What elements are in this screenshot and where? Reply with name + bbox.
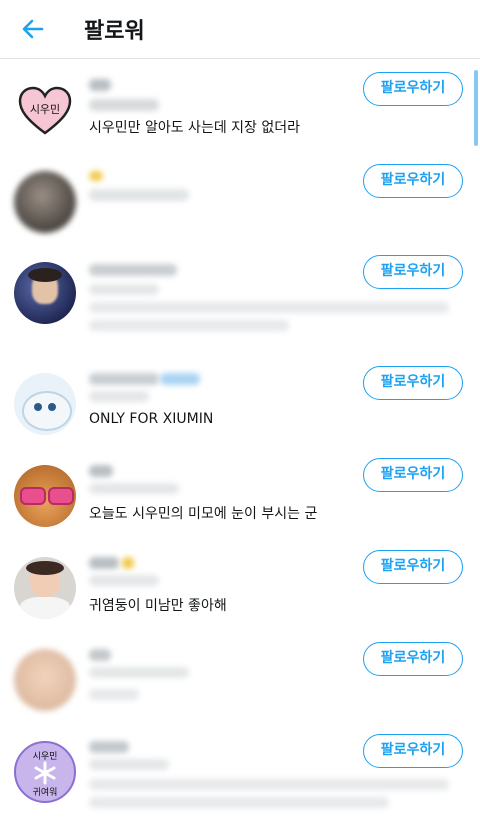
page-title: 팔로워 bbox=[84, 19, 145, 44]
display-name bbox=[89, 264, 177, 276]
follow-button[interactable]: 팔로우하기 bbox=[363, 458, 463, 492]
follower-row[interactable]: 팔로우하기 bbox=[0, 629, 480, 722]
bio-text: ONLY FOR XIUMIN bbox=[89, 411, 214, 427]
follower-row[interactable]: 귀염둥이 미남만 좋아해 팔로우하기 bbox=[0, 537, 480, 630]
follower-row[interactable]: ONLY FOR XIUMIN 팔로우하기 bbox=[0, 353, 480, 446]
bio-text bbox=[89, 797, 389, 808]
avatar[interactable] bbox=[14, 373, 76, 435]
display-name bbox=[89, 171, 103, 181]
username bbox=[89, 483, 179, 494]
follower-row[interactable]: 팔로우하기 bbox=[0, 151, 480, 243]
follow-button[interactable]: 팔로우하기 bbox=[363, 642, 463, 676]
bio-text: 시우민만 알아도 사는데 지장 없더라 bbox=[89, 120, 300, 136]
display-name bbox=[89, 79, 111, 91]
back-arrow-icon[interactable] bbox=[18, 14, 48, 44]
bio-text: 귀염둥이 미남만 좋아해 bbox=[89, 598, 227, 614]
follow-button[interactable]: 팔로우하기 bbox=[363, 550, 463, 584]
purple-avatar-image: 시우민 귀여워 bbox=[33, 751, 58, 798]
follow-button[interactable]: 팔로우하기 bbox=[363, 164, 463, 198]
display-name bbox=[89, 741, 129, 753]
avatar[interactable]: 시우민 귀여워 bbox=[14, 741, 76, 803]
follow-button[interactable]: 팔로우하기 bbox=[363, 366, 463, 400]
display-name bbox=[89, 373, 159, 385]
name-emoji bbox=[122, 557, 134, 569]
username bbox=[89, 99, 159, 111]
avatar[interactable]: 시우민 bbox=[14, 79, 76, 141]
display-name bbox=[89, 557, 119, 569]
username bbox=[89, 391, 149, 402]
avatar[interactable] bbox=[14, 171, 76, 233]
avatar[interactable] bbox=[14, 557, 76, 619]
follower-row[interactable]: 팔로우하기 bbox=[0, 242, 480, 354]
avatar-text: 귀여워 bbox=[33, 786, 58, 798]
bio-text bbox=[89, 320, 289, 331]
scrollbar[interactable] bbox=[474, 70, 478, 146]
username bbox=[89, 667, 189, 678]
username bbox=[89, 189, 189, 201]
username bbox=[89, 575, 159, 586]
follower-row[interactable]: 시우민 시우민만 알아도 사는데 지장 없더라 팔로우하기 bbox=[0, 59, 480, 152]
follow-button[interactable]: 팔로우하기 bbox=[363, 72, 463, 106]
display-name bbox=[89, 465, 113, 477]
follower-row[interactable]: 오늘도 시우민의 미모에 눈이 부시는 군 팔로우하기 bbox=[0, 445, 480, 538]
bio-text bbox=[89, 689, 139, 700]
avatar[interactable] bbox=[14, 262, 76, 324]
app-header: 팔로워 bbox=[0, 0, 480, 59]
avatar[interactable] bbox=[14, 465, 76, 527]
follow-button[interactable]: 팔로우하기 bbox=[363, 734, 463, 768]
bio-text bbox=[89, 779, 449, 790]
display-name bbox=[89, 649, 111, 661]
avatar-text: 시우민 bbox=[30, 103, 60, 116]
name-emoji bbox=[160, 373, 200, 385]
bio-text bbox=[89, 302, 449, 313]
username bbox=[89, 284, 159, 295]
follower-row[interactable]: 시우민 귀여워 팔로우하기 bbox=[0, 721, 480, 821]
bio-text: 오늘도 시우민의 미모에 눈이 부시는 군 bbox=[89, 506, 318, 522]
heart-avatar-image: 시우민 bbox=[18, 86, 72, 135]
avatar[interactable] bbox=[14, 649, 76, 711]
follow-button[interactable]: 팔로우하기 bbox=[363, 255, 463, 289]
username bbox=[89, 759, 169, 770]
avatar-text: 시우민 bbox=[33, 751, 58, 762]
